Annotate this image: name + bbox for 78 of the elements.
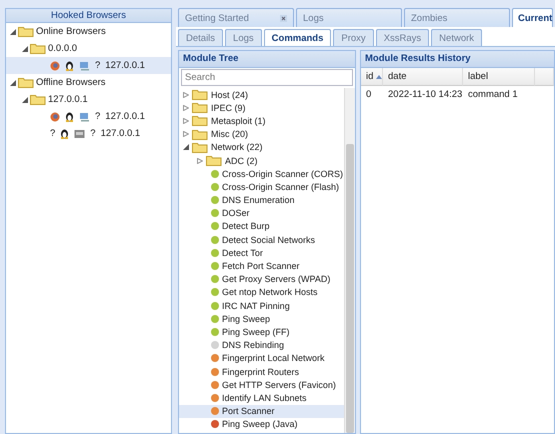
module-item[interactable]: Port Scanner xyxy=(179,404,344,418)
module-item[interactable]: Get Proxy Servers (WPAD) xyxy=(179,272,344,286)
tree-folder[interactable]: Host (24) xyxy=(179,88,344,102)
browser-entry[interactable]: ? 127.0.0.1 xyxy=(6,108,171,125)
computer-icon xyxy=(79,60,90,70)
collapse-icon[interactable] xyxy=(10,80,16,86)
module-item[interactable]: Fingerprint Local Network xyxy=(179,352,344,365)
collapse-icon[interactable] xyxy=(10,28,16,34)
collapse-icon[interactable] xyxy=(22,96,28,102)
tree-folder[interactable]: Metasploit (1) xyxy=(179,114,344,128)
unknown-glyph: ? xyxy=(90,128,96,139)
folder-icon xyxy=(30,43,46,54)
folder-icon xyxy=(192,115,208,126)
main-tab[interactable]: Current xyxy=(512,8,554,27)
table-cell-text: command 1 xyxy=(467,88,519,102)
column-header[interactable]: label xyxy=(463,68,535,86)
browser-globe-icon xyxy=(50,112,60,122)
tree-folder[interactable]: IPEC (9) xyxy=(179,101,344,114)
scrollbar[interactable] xyxy=(344,88,355,433)
module-item[interactable]: Ping Sweep xyxy=(179,312,344,326)
panel-title: Hooked Browsers xyxy=(6,9,171,23)
expand-icon[interactable] xyxy=(197,158,203,164)
module-item[interactable]: Ping Sweep (Java) xyxy=(179,418,344,431)
folder-icon xyxy=(206,155,222,166)
computer-icon xyxy=(79,112,90,122)
expand-icon[interactable] xyxy=(183,131,189,138)
sort-arrow-icon xyxy=(376,75,382,79)
unknown-glyph: ? xyxy=(95,111,100,122)
close-icon[interactable] xyxy=(280,14,287,22)
module-item[interactable]: Fetch Port Scanner xyxy=(179,259,344,273)
folder-icon xyxy=(192,102,208,114)
module-item[interactable]: Get ntop Network Hosts xyxy=(179,286,344,299)
folder-icon xyxy=(30,94,46,105)
penguin-icon xyxy=(60,128,70,139)
penguin-icon xyxy=(65,60,74,71)
column-header xyxy=(535,68,554,86)
tree-folder[interactable]: Network (22) xyxy=(179,140,344,154)
module-item[interactable]: DNS Enumeration xyxy=(179,194,344,207)
unknown-glyph: ? xyxy=(95,60,100,71)
module-item[interactable]: Ping Sweep (FF) xyxy=(179,325,344,339)
screen-icon xyxy=(74,128,86,138)
module-item[interactable]: Get HTTP Servers (Favicon) xyxy=(179,378,344,392)
tree-folder[interactable]: Offline Browsers xyxy=(6,74,171,91)
tree-folder[interactable]: ADC (2) xyxy=(179,154,344,168)
module-item[interactable]: Fingerprint Routers xyxy=(179,364,344,378)
folder-icon xyxy=(192,128,208,140)
module-item[interactable]: IRC NAT Pinning xyxy=(179,299,344,312)
search-field[interactable]: Search xyxy=(181,69,353,86)
column-header[interactable]: date xyxy=(383,68,463,86)
module-item[interactable]: Cross-Origin Scanner (Flash) xyxy=(179,180,344,194)
panel-title: Module Results History xyxy=(361,51,554,68)
tree-folder[interactable]: 127.0.0.1 xyxy=(6,91,171,108)
browser-entry[interactable]: ? ? 127.0.0.1 xyxy=(6,125,171,142)
module-item[interactable]: Cross-Origin Scanner (CORS) xyxy=(179,167,344,180)
module-item[interactable]: Detect Tor xyxy=(179,246,344,260)
module-item[interactable]: DOSer xyxy=(179,206,344,220)
module-item[interactable]: DNS Rebinding xyxy=(179,338,344,352)
collapse-icon[interactable] xyxy=(183,144,189,150)
panel-title: Module Tree xyxy=(179,51,355,68)
folder-icon xyxy=(192,89,208,100)
tree-folder[interactable]: Misc (20) xyxy=(179,128,344,141)
browser-globe-icon xyxy=(50,60,60,70)
folder-icon xyxy=(18,77,34,88)
collapse-icon[interactable] xyxy=(22,46,28,52)
penguin-icon xyxy=(65,111,74,122)
folder-icon xyxy=(18,26,34,37)
tree-folder[interactable]: Online Browsers xyxy=(6,23,171,40)
folder-icon xyxy=(192,142,208,153)
table-cell-text: 2022-11-10 14:23 xyxy=(387,88,463,102)
module-item[interactable]: Identify LAN Subnets xyxy=(179,391,344,404)
unknown-glyph: ? xyxy=(50,128,56,139)
browser-entry[interactable]: ? 127.0.0.1 xyxy=(6,57,171,74)
module-item[interactable]: Detect Burp xyxy=(179,220,344,234)
tree-folder[interactable]: 0.0.0.0 xyxy=(6,40,171,57)
module-item[interactable]: Detect Social Networks xyxy=(179,233,344,246)
table-cell-text: 0 xyxy=(365,88,372,102)
column-header[interactable]: id xyxy=(361,68,383,86)
sub-tab[interactable]: Commands xyxy=(264,29,332,46)
